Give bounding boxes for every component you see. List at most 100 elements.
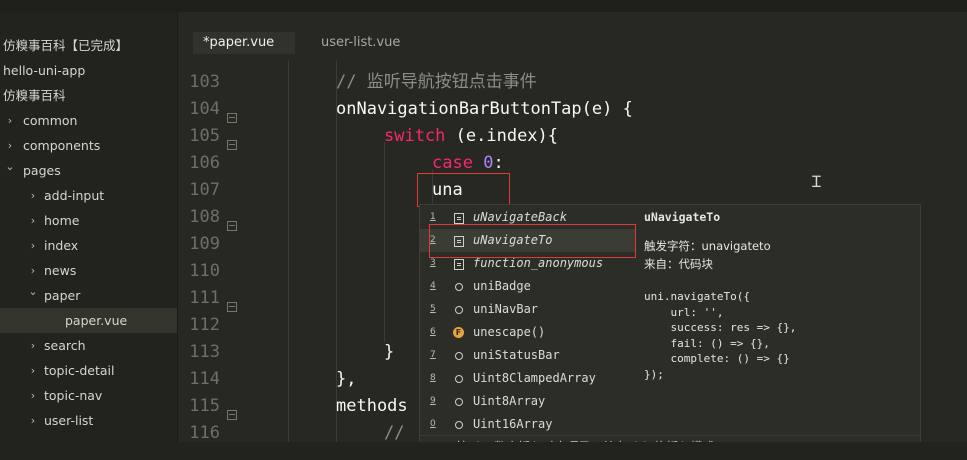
- tree-folder-topic-nav[interactable]: › topic-nav: [0, 383, 177, 408]
- suggestion-index: 4: [430, 281, 436, 291]
- line-number: 116: [189, 423, 220, 442]
- indent-guide: [288, 60, 289, 442]
- tree-item-label: index: [44, 238, 79, 253]
- line-number: 111: [189, 288, 220, 308]
- code-line-methods: methods: [336, 396, 408, 416]
- tree-folder-user-list[interactable]: › user-list: [0, 408, 177, 433]
- suggestion-label: unescape(): [473, 325, 546, 339]
- tab-user-list-vue[interactable]: user-list.vue: [311, 32, 410, 54]
- code-line-comment: //: [384, 423, 405, 442]
- chevron-right-icon: ›: [30, 189, 36, 202]
- typed-text-highlight: [417, 173, 510, 207]
- fold-toggle-icon[interactable]: [227, 221, 237, 231]
- tree-item-label: topic-detail: [44, 363, 115, 378]
- tree-item-label: hello-uni-app: [3, 63, 86, 78]
- suggestion-detail-panel: uNavigateTo 触发字符：unavigateto 来自：代码块 uni.…: [644, 205, 914, 435]
- number-literal: 0: [483, 153, 494, 173]
- tree-folder-home[interactable]: › home: [0, 208, 177, 233]
- indent-guide: [384, 142, 385, 342]
- suggestion-label: uniNavBar: [473, 302, 539, 316]
- line-number: 112: [189, 315, 220, 335]
- suggestion-label: Uint8Array: [473, 394, 546, 408]
- fold-toggle-icon[interactable]: [227, 140, 237, 150]
- detail-trigger: 触发字符：unavigateto: [644, 239, 771, 253]
- detail-snippet: uni.navigateTo({ url: '', success: res =…: [644, 290, 797, 381]
- tree-item-label: pages: [23, 163, 61, 178]
- suggestion-index: 6: [430, 327, 436, 337]
- circle-icon: [453, 367, 465, 390]
- suggestion-item[interactable]: 5 uniNavBar: [420, 298, 635, 321]
- circle-icon: [453, 390, 465, 413]
- code-line-brace-comma: },: [336, 369, 357, 389]
- line-number: 114: [189, 369, 220, 389]
- function-icon: F: [453, 321, 465, 344]
- chevron-down-icon: ⌄: [5, 160, 15, 173]
- suggestion-index: 7: [430, 350, 436, 360]
- suggestion-index: 0: [430, 419, 436, 429]
- tree-item-label: common: [23, 113, 78, 128]
- suggestion-label: Uint16Array: [473, 417, 553, 431]
- text-cursor-icon: Ɪ: [812, 172, 821, 191]
- tree-item-label: components: [23, 138, 101, 153]
- detail-source: 来自：代码块: [644, 257, 713, 271]
- project-explorer: 仿糗事百科【已完成】 hello-uni-app 仿糗事百科 › common ›…: [0, 12, 178, 442]
- line-number: 108: [189, 207, 220, 227]
- tree-item-label: search: [44, 338, 86, 353]
- line-number: 103: [189, 72, 220, 92]
- tree-folder-add-input[interactable]: › add-input: [0, 183, 177, 208]
- tree-folder-index[interactable]: › index: [0, 233, 177, 258]
- tree-item-label: 仿糗事百科【已完成】: [3, 38, 129, 53]
- suggestion-item[interactable]: 9 Uint8Array: [420, 390, 635, 413]
- tree-folder-components[interactable]: › components: [0, 133, 177, 158]
- suggestion-item[interactable]: 6 Funescape(): [420, 321, 635, 344]
- selected-suggestion-highlight: [429, 224, 636, 258]
- keyword-case: case: [432, 153, 473, 173]
- fold-toggle-icon[interactable]: [227, 302, 237, 312]
- tree-item-label: 仿糗事百科: [3, 88, 66, 103]
- line-number: 109: [189, 234, 220, 254]
- tree-item-label: home: [44, 213, 80, 228]
- code-line-brace: }: [384, 342, 395, 362]
- chevron-right-icon: ›: [30, 389, 36, 402]
- tab-paper-vue[interactable]: *paper.vue: [193, 32, 295, 54]
- line-number: 107: [189, 180, 220, 200]
- code-text: :: [493, 153, 504, 173]
- code-line-method: onNavigationBarButtonTap(e) {: [336, 99, 633, 119]
- fold-toggle-icon[interactable]: [227, 113, 237, 123]
- suggestion-item[interactable]: 4 uniBadge: [420, 275, 635, 298]
- tree-item-label: topic-nav: [44, 388, 103, 403]
- project-root-item[interactable]: 仿糗事百科: [0, 83, 177, 108]
- suggestion-item[interactable]: 7 uniStatusBar: [420, 344, 635, 367]
- tree-folder-search[interactable]: › search: [0, 333, 177, 358]
- autocomplete-popup: 1 uNavigateBack 2 uNavigateTo 3 function_an…: [419, 204, 921, 459]
- tree-folder-common[interactable]: › common: [0, 108, 177, 133]
- tree-folder-topic-detail[interactable]: › topic-detail: [0, 358, 177, 383]
- circle-icon: [453, 413, 465, 436]
- tree-folder-paper[interactable]: ⌄ paper: [0, 283, 177, 308]
- status-bar: [0, 442, 967, 460]
- fold-toggle-icon[interactable]: [227, 410, 237, 420]
- line-number: 105: [189, 126, 220, 146]
- chevron-right-icon: ›: [30, 364, 36, 377]
- top-toolbar: [0, 0, 967, 12]
- project-root-item[interactable]: 仿糗事百科【已完成】: [0, 33, 177, 58]
- chevron-right-icon: ›: [30, 239, 36, 252]
- tree-file-paper-vue[interactable]: paper.vue: [0, 308, 177, 333]
- tree-item-label: user-list: [44, 413, 94, 428]
- line-number: 106: [189, 153, 220, 173]
- chevron-right-icon: ›: [30, 414, 36, 427]
- line-number: 104: [189, 99, 220, 119]
- tree-folder-pages[interactable]: ⌄ pages: [0, 158, 177, 183]
- project-root-item[interactable]: hello-uni-app: [0, 58, 177, 83]
- editor-tab-bar: *paper.vue user-list.vue: [178, 26, 967, 58]
- suggestion-label: Uint8ClampedArray: [473, 371, 596, 385]
- line-number: 113: [189, 342, 220, 362]
- code-text: (e.index){: [445, 126, 559, 146]
- tree-folder-news[interactable]: › news: [0, 258, 177, 283]
- circle-icon: [453, 344, 465, 367]
- suggestion-item[interactable]: 8 Uint8ClampedArray: [420, 367, 635, 390]
- suggestion-item[interactable]: 0 Uint16Array: [420, 413, 635, 436]
- chevron-right-icon: ›: [7, 114, 13, 127]
- tree-item-label: news: [44, 263, 77, 278]
- line-number: 115: [189, 396, 220, 416]
